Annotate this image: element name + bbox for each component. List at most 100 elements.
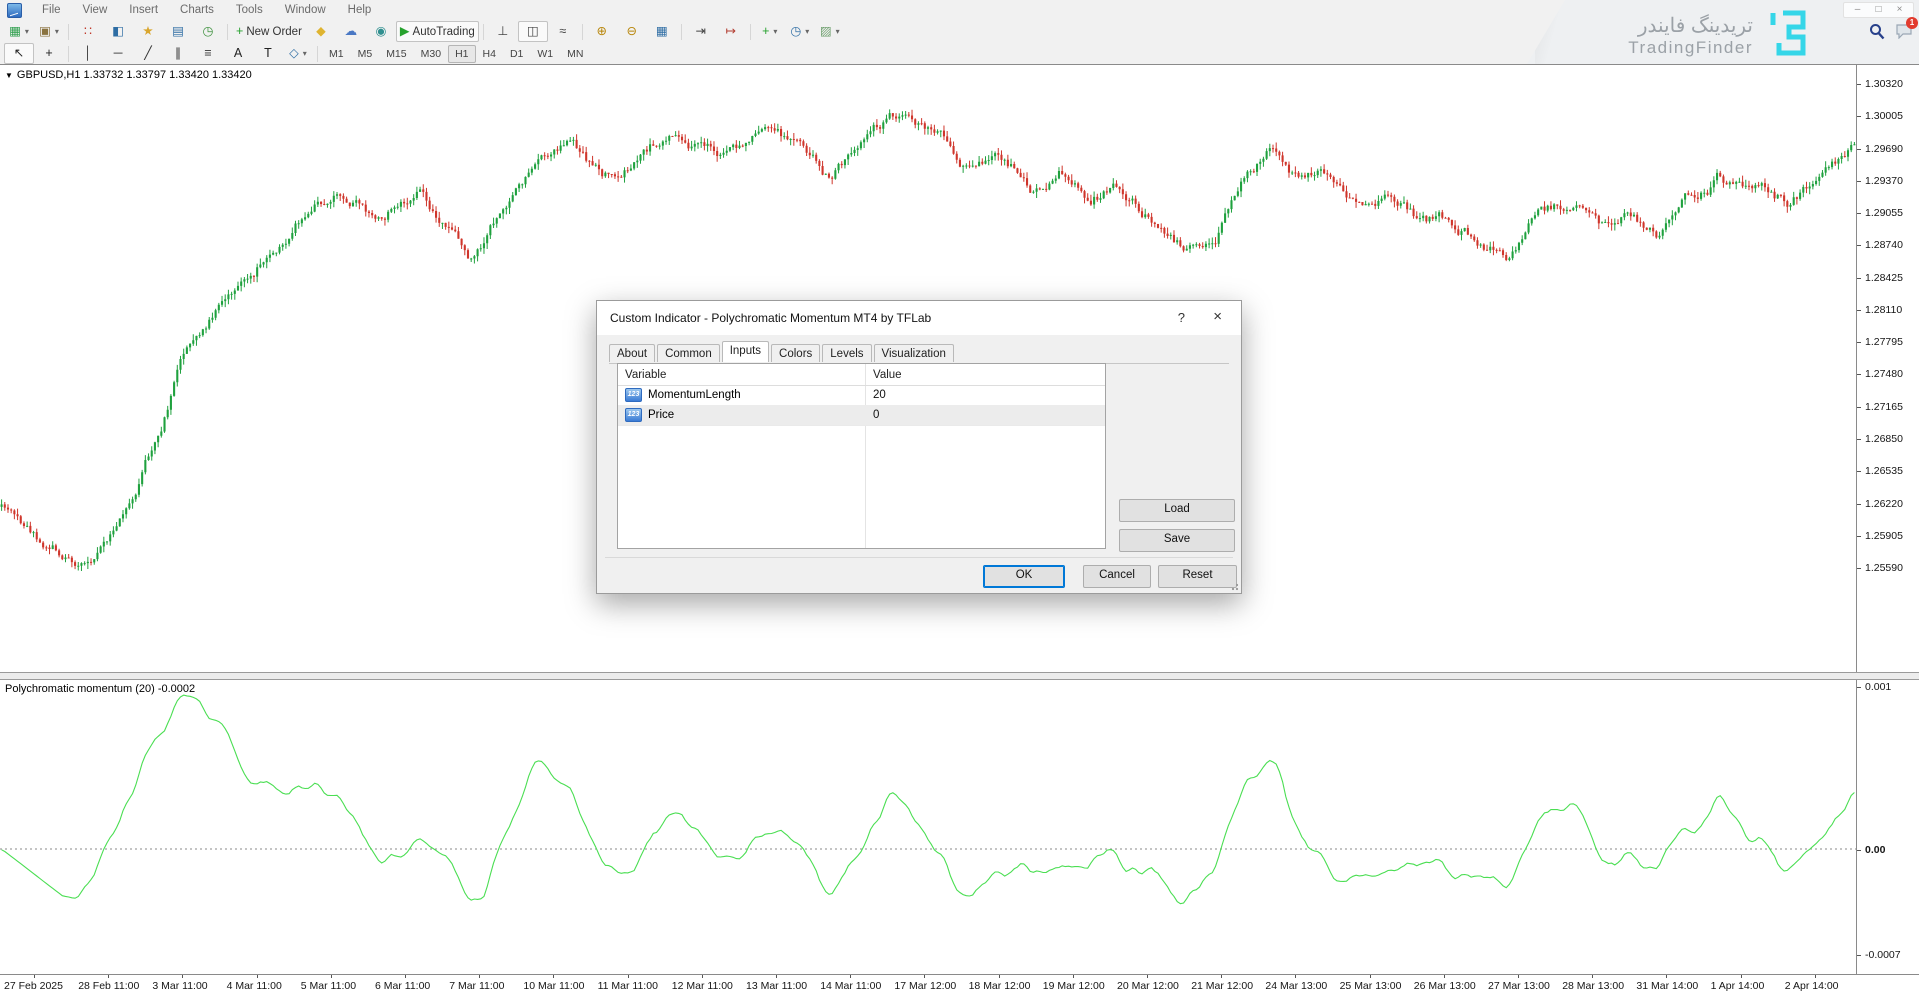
zoom-in-button[interactable]: ⊕ [587,21,617,42]
panel-splitter[interactable] [0,672,1919,680]
price-tick: 1.27795 [1865,336,1903,348]
label-button[interactable]: T [253,43,283,64]
tab-visualization[interactable]: Visualization [874,344,954,362]
menu-charts[interactable]: Charts [169,0,225,20]
cancel-button[interactable]: Cancel [1083,565,1151,588]
toolbar-separator [317,46,318,62]
time-axis[interactable]: 27 Feb 202528 Feb 11:003 Mar 11:004 Mar … [0,974,1919,996]
chevron-down-icon[interactable]: ▾ [805,27,809,36]
tab-inputs[interactable]: Inputs [722,341,769,362]
time-tick-mark [1221,975,1222,978]
bar-chart-type-button[interactable]: ⊥ [488,21,518,42]
terminal-icon: ▤ [172,25,184,38]
line-chart-type-button[interactable]: ≈ [548,21,578,42]
label-icon: T [264,47,272,60]
chart-shift-button[interactable]: ↦ [716,21,746,42]
time-tick: 6 Mar 11:00 [375,980,430,992]
metaeditor-button[interactable]: ◆ [306,21,336,42]
menu-insert[interactable]: Insert [118,0,169,20]
timeframe-m15[interactable]: M15 [379,45,413,63]
periods-button[interactable]: ◷▾ [785,21,815,42]
fibonacci-button[interactable]: ≡ [193,43,223,64]
save-button[interactable]: Save [1119,529,1235,552]
param-value[interactable]: 20 [865,389,886,401]
new-chart-button[interactable]: ▦▾ [4,21,34,42]
chevron-down-icon[interactable]: ▾ [303,49,307,58]
tab-levels[interactable]: Levels [822,344,871,362]
text-button[interactable]: A [223,43,253,64]
timeframe-m30[interactable]: M30 [414,45,448,63]
channel-button[interactable]: ∥ [163,43,193,64]
price-axis[interactable]: 1.303201.300051.296901.293701.290551.287… [1856,64,1919,975]
chat-icon[interactable]: 1 [1895,23,1913,39]
ok-button[interactable]: OK [983,565,1065,588]
metaeditor-icon: ◆ [316,25,326,38]
reset-button[interactable]: Reset [1158,565,1237,588]
chevron-down-icon[interactable]: ▼ [5,71,13,80]
chevron-down-icon[interactable]: ▾ [25,27,29,36]
timeframe-d1[interactable]: D1 [503,45,530,63]
trendline-button[interactable]: ╱ [133,43,163,64]
dialog-title-bar[interactable]: Custom Indicator - Polychromatic Momentu… [597,301,1241,335]
table-row[interactable]: 123Price0 [618,405,1105,426]
menu-window[interactable]: Window [274,0,337,20]
cursor-button[interactable]: ↖ [4,43,34,64]
templates-button[interactable]: ▨▾ [815,21,845,42]
table-row[interactable]: 123MomentumLength20 [618,385,1105,406]
tab-about[interactable]: About [609,344,655,362]
restore-button[interactable]: □ [1868,4,1889,16]
new-chart-icon: ▦ [9,25,21,38]
help-icon[interactable]: ? [1178,310,1185,325]
timeframe-h1[interactable]: H1 [448,45,475,63]
new-order-button[interactable]: +New Order [232,21,306,42]
profiles-button[interactable]: ▣▾ [34,21,64,42]
menu-help[interactable]: Help [337,0,383,20]
zoom-out-button[interactable]: ⊖ [617,21,647,42]
tab-colors[interactable]: Colors [771,344,820,362]
crosshair-button[interactable]: + [34,43,64,64]
parameters-table[interactable]: VariableValue123MomentumLength20123Price… [617,363,1106,549]
tile-windows-button[interactable]: ▦ [647,21,677,42]
dialog-title: Custom Indicator - Polychromatic Momentu… [610,311,931,325]
market-watch-button[interactable]: ∷ [73,21,103,42]
resize-grip[interactable] [1229,581,1239,591]
time-tick-mark [479,975,480,978]
signals-button[interactable]: ◉ [366,21,396,42]
minimize-button[interactable]: – [1847,4,1868,16]
terminal-button[interactable]: ▤ [163,21,193,42]
candlestick-type-icon: ◫ [527,25,539,38]
vertical-line-button[interactable]: │ [73,43,103,64]
chevron-down-icon[interactable]: ▾ [773,27,777,36]
shapes-button[interactable]: ◇▾ [283,43,313,64]
candlestick-type-button[interactable]: ◫ [518,21,548,42]
close-button[interactable]: × [1889,4,1910,16]
search-icon[interactable] [1869,23,1885,40]
tab-common[interactable]: Common [657,344,720,362]
chevron-down-icon[interactable]: ▾ [836,27,840,36]
dialog-close-icon[interactable]: × [1213,308,1222,325]
menu-view[interactable]: View [72,0,119,20]
momentum-panel[interactable]: Polychromatic momentum (20) -0.0002 [0,678,1856,974]
auto-scroll-button[interactable]: ⇥ [686,21,716,42]
experts-button[interactable]: ☁ [336,21,366,42]
price-tick: 1.30005 [1865,110,1903,122]
timeframe-mn[interactable]: MN [560,45,590,63]
price-tick: 1.26850 [1865,433,1903,445]
data-window-button[interactable]: ◧ [103,21,133,42]
param-value[interactable]: 0 [865,409,879,421]
time-tick: 18 Mar 12:00 [969,980,1031,992]
load-button[interactable]: Load [1119,499,1235,522]
autotrading-button[interactable]: ▶AutoTrading [396,21,479,42]
timeframe-h4[interactable]: H4 [476,45,503,63]
timeframe-w1[interactable]: W1 [530,45,560,63]
timeframe-m1[interactable]: M1 [322,45,351,63]
navigator-button[interactable]: ★ [133,21,163,42]
menu-tools[interactable]: Tools [225,0,274,20]
indicators-button[interactable]: +▾ [755,21,785,42]
strategy-tester-button[interactable]: ◷ [193,21,223,42]
time-tick-mark [999,975,1000,978]
menu-file[interactable]: File [31,0,72,20]
chevron-down-icon[interactable]: ▾ [55,27,59,36]
timeframe-m5[interactable]: M5 [351,45,380,63]
horizontal-line-button[interactable]: ─ [103,43,133,64]
